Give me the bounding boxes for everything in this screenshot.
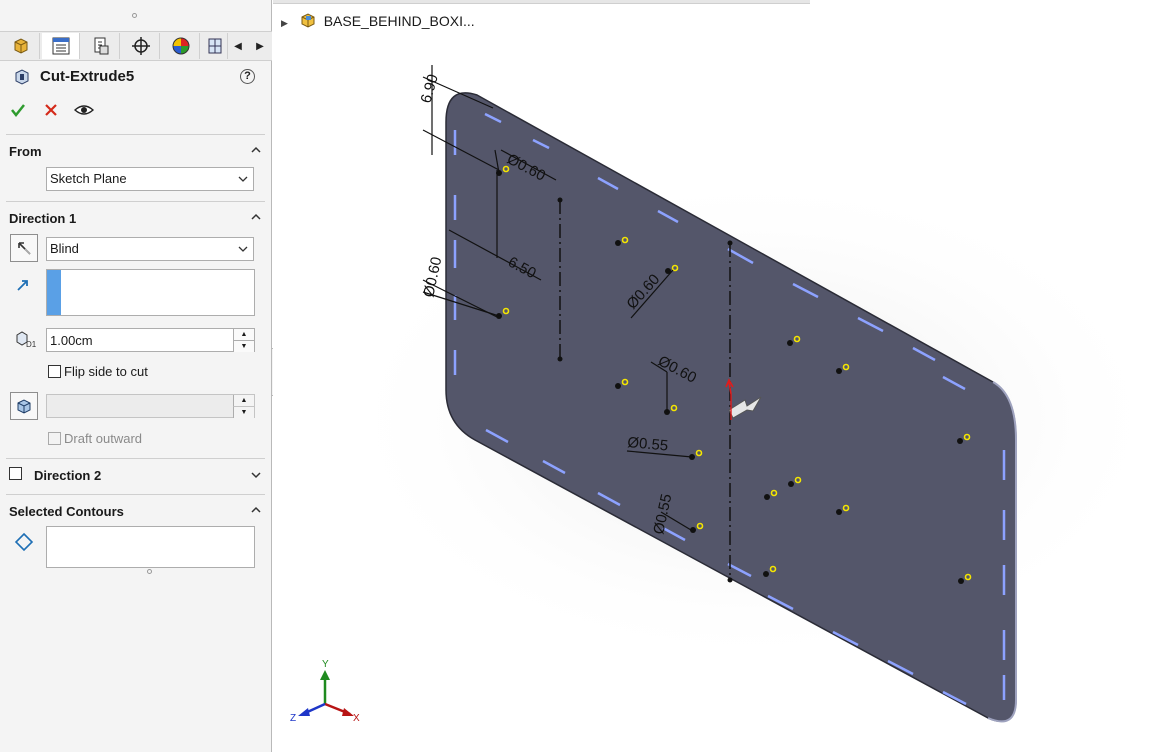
flip-side-label[interactable]: Flip side to cut bbox=[64, 364, 148, 379]
feature-title: Cut-Extrude5 bbox=[40, 68, 135, 85]
contour-icon bbox=[14, 532, 34, 552]
triad-y-label: Y bbox=[322, 659, 329, 670]
list-resize-grip[interactable] bbox=[147, 569, 152, 574]
preview-eye-button[interactable] bbox=[74, 102, 94, 118]
triad-x-label: X bbox=[353, 713, 360, 724]
depth-icon: D1 bbox=[16, 331, 36, 348]
dimension-label: 6.90 bbox=[418, 72, 442, 105]
tab-configuration-manager[interactable] bbox=[82, 33, 120, 59]
depth-spin-down[interactable]: ▼ bbox=[233, 340, 254, 352]
selected-contours-box[interactable] bbox=[46, 526, 255, 568]
end-condition-dropdown[interactable]: Blind bbox=[46, 237, 254, 261]
tab-cam[interactable] bbox=[202, 33, 228, 59]
tab-scroll-right-icon[interactable]: ▶ bbox=[250, 36, 270, 56]
draft-icon bbox=[17, 399, 31, 414]
active-selection-indicator bbox=[47, 270, 61, 315]
depth-input[interactable]: 1.00cm ▲ ▼ bbox=[46, 328, 255, 352]
separator bbox=[6, 494, 265, 495]
display-manager-icon bbox=[172, 37, 189, 55]
direction1-section-header[interactable]: Direction 1 bbox=[9, 211, 76, 226]
tab-display-manager[interactable] bbox=[162, 33, 200, 59]
coordinate-triad: Y X Z bbox=[290, 659, 360, 724]
from-dropdown[interactable]: Sketch Plane bbox=[46, 167, 254, 191]
manager-tabs: ◀ ▶ bbox=[0, 31, 272, 61]
svg-text:D1: D1 bbox=[26, 340, 36, 348]
reverse-direction-icon bbox=[18, 242, 31, 255]
tab-scroll-left-icon[interactable]: ◀ bbox=[228, 36, 248, 56]
collapse-chevron-up-icon[interactable] bbox=[251, 212, 261, 222]
cam-icon bbox=[208, 38, 221, 54]
cancel-button[interactable] bbox=[44, 103, 58, 117]
draft-outward-label: Draft outward bbox=[64, 431, 143, 446]
help-icon[interactable]: ? bbox=[240, 69, 255, 84]
draft-outward-checkbox[interactable] bbox=[48, 432, 61, 445]
draft-spin-up[interactable]: ▲ bbox=[233, 395, 254, 406]
separator bbox=[6, 134, 265, 135]
direction-vector-icon bbox=[17, 280, 28, 291]
model-canvas: 6.90 Ø0.60 6.50 Ø0.60 Ø0.60 Ø0.60 Ø0.55 … bbox=[290, 65, 1162, 724]
ok-button[interactable] bbox=[10, 102, 26, 118]
depth-spin-up[interactable]: ▲ bbox=[233, 329, 254, 340]
expand-chevron-down-icon[interactable] bbox=[251, 470, 261, 480]
draft-angle-input[interactable]: ▲ ▼ bbox=[46, 394, 255, 418]
graphics-viewport[interactable]: ▶ BASE_BEHIND_BOXI... 6.90 Ø0.60 6.50 Ø0… bbox=[273, 0, 1162, 752]
cut-extrude-icon bbox=[15, 69, 29, 85]
flip-side-checkbox[interactable] bbox=[48, 365, 61, 378]
tab-feature-manager[interactable] bbox=[2, 33, 40, 59]
feature-manager-icon bbox=[14, 38, 27, 54]
configuration-manager-icon bbox=[94, 37, 108, 55]
dimension-label: Ø0.55 bbox=[627, 434, 669, 454]
from-section-header[interactable]: From bbox=[9, 144, 42, 159]
collapse-chevron-up-icon[interactable] bbox=[251, 505, 261, 515]
direction-selection-box[interactable] bbox=[46, 269, 255, 316]
selected-contours-header[interactable]: Selected Contours bbox=[9, 504, 124, 519]
tab-property-manager[interactable] bbox=[42, 33, 80, 59]
chevron-down-icon bbox=[238, 246, 248, 252]
tab-dimxpert-manager[interactable] bbox=[122, 33, 160, 59]
reverse-direction-button[interactable] bbox=[10, 234, 38, 262]
collapse-chevron-up-icon[interactable] bbox=[251, 145, 261, 155]
chevron-down-icon bbox=[238, 176, 248, 182]
separator bbox=[6, 458, 265, 459]
end-condition-value: Blind bbox=[50, 241, 79, 256]
direction2-checkbox[interactable] bbox=[9, 467, 22, 480]
draft-spin-down[interactable]: ▼ bbox=[233, 406, 254, 418]
dimxpert-icon bbox=[131, 37, 150, 55]
triad-z-label: Z bbox=[290, 713, 296, 724]
depth-value: 1.00cm bbox=[50, 333, 93, 348]
direction2-section-header[interactable]: Direction 2 bbox=[34, 468, 101, 483]
separator bbox=[6, 201, 265, 202]
panel-resize-grip[interactable] bbox=[132, 13, 137, 18]
property-manager-icon bbox=[52, 37, 69, 55]
from-dropdown-value: Sketch Plane bbox=[50, 171, 127, 186]
property-manager-panel: ◀ ▶ Cut-Extrude5 ? From Sketch Plane Dir… bbox=[0, 0, 272, 752]
draft-toggle-button[interactable] bbox=[10, 392, 38, 420]
